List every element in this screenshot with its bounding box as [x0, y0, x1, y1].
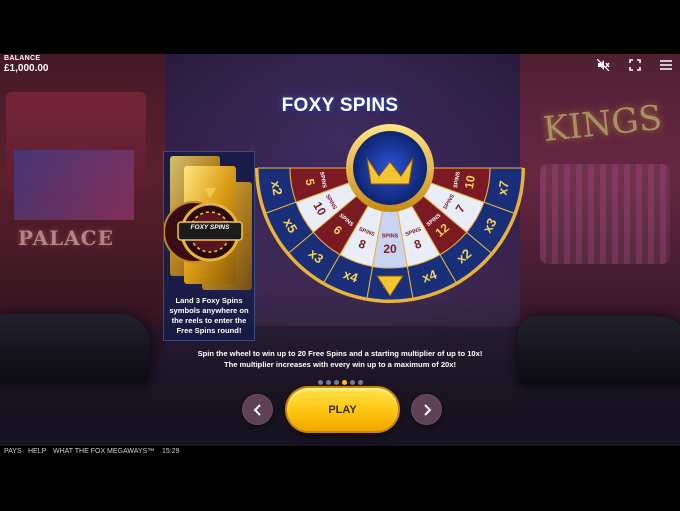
description-line-1: Spin the wheel to win up to 20 Free Spin…: [197, 349, 483, 358]
page-dot[interactable]: [341, 380, 347, 385]
play-button[interactable]: PLAY: [285, 386, 400, 433]
balance-value: £1,000.00: [4, 63, 49, 74]
wheel-multiplier-label: x7: [495, 180, 512, 197]
game-screen: PALACE KINGS BALANCE £1,000.00 FOXY SPIN…: [0, 0, 680, 511]
wheel-multiplier-label: x2: [268, 180, 285, 197]
previous-page-button[interactable]: [242, 394, 273, 425]
balance-label: BALANCE: [4, 55, 41, 62]
description-line-2: The multiplier increases with every win …: [223, 359, 457, 369]
card-description: Land 3 Foxy Spins symbols anywhere on th…: [169, 296, 249, 335]
clock: 15:29: [162, 448, 180, 455]
next-page-button[interactable]: [411, 394, 442, 425]
page-dot[interactable]: [317, 380, 323, 385]
game-name: WHAT THE FOX MEGAWAYS™: [53, 448, 155, 455]
bottom-bar: PAYS HELP WHAT THE FOX MEGAWAYS™ 15:29: [0, 446, 680, 460]
page-dot[interactable]: [333, 380, 339, 385]
pays-link[interactable]: PAYS: [4, 448, 22, 455]
bonus-wheel: x25SPINSx510SPINSx36SPINSx48SPINSx320SPI…: [255, 118, 525, 318]
wheel-spins-number: 10: [462, 174, 478, 190]
page-dot[interactable]: [349, 380, 355, 385]
chevron-right-icon: [423, 403, 431, 416]
chevron-left-icon: [253, 403, 261, 416]
help-link[interactable]: HELP: [28, 448, 46, 455]
feature-description: Spin the wheel to win up to 20 Free Spin…: [0, 349, 680, 370]
page-title: FOXY SPINS: [281, 95, 399, 116]
wheel-spins-word: SPINS: [382, 233, 399, 239]
mute-icon[interactable]: [596, 58, 610, 72]
fullscreen-icon[interactable]: [629, 58, 641, 71]
page-dot[interactable]: [325, 380, 331, 385]
menu-icon[interactable]: [660, 58, 672, 70]
wheel-spins-number: 20: [383, 242, 397, 256]
page-dot[interactable]: [357, 380, 363, 385]
card-logo-text: FOXY SPINS: [190, 224, 230, 231]
balance-display: BALANCE £1,000.00: [4, 55, 49, 74]
